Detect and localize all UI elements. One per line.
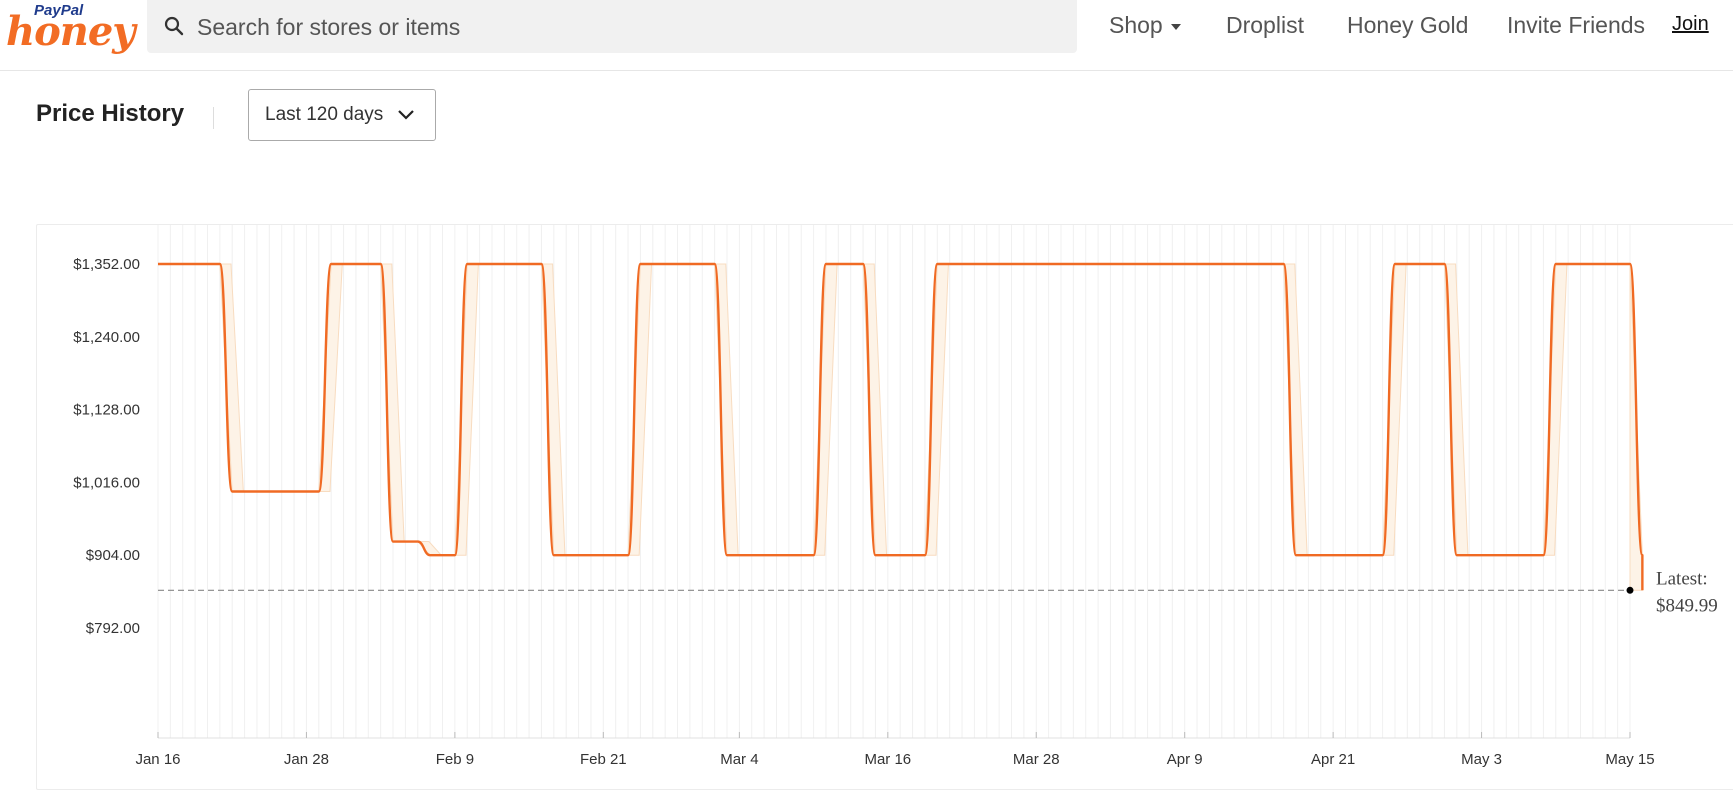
latest-value: $849.99 [1656, 595, 1718, 616]
y-tick-label: $1,128.00 [73, 402, 140, 419]
nav-honey-gold[interactable]: Honey Gold [1347, 12, 1468, 39]
y-tick-label: $1,240.00 [73, 329, 140, 346]
nav-droplist[interactable]: Droplist [1226, 12, 1304, 39]
latest-price-point[interactable] [1626, 586, 1634, 594]
x-tick-label: Apr 9 [1167, 751, 1203, 768]
price-history-title: Price History [36, 100, 185, 127]
nav-invite-friends[interactable]: Invite Friends [1507, 12, 1645, 39]
x-tick-label: Apr 21 [1311, 751, 1355, 768]
latest-label: Latest: [1656, 568, 1708, 589]
x-tick-label: Mar 4 [720, 751, 758, 768]
x-tick-label: Feb 21 [580, 751, 627, 768]
nav-shop[interactable]: Shop [1109, 12, 1181, 39]
y-axis-ticks: $1,352.00 $1,240.00 $1,128.00 $1,016.00 $904… [73, 256, 140, 637]
search-icon [164, 16, 184, 36]
y-tick-label: $792.00 [86, 620, 140, 637]
y-tick-label: $1,016.00 [73, 474, 140, 491]
search-bar[interactable] [147, 0, 1077, 55]
date-range-value: Last 120 days [265, 104, 384, 125]
chevron-down-icon [398, 110, 414, 120]
x-tick-label: May 3 [1461, 751, 1502, 768]
x-tick-label: Feb 9 [436, 751, 474, 768]
x-tick-label: Mar 28 [1013, 751, 1060, 768]
price-history-chart-card: $1,352.00 $1,240.00 $1,128.00 $1,016.00 $904… [36, 224, 1733, 790]
x-tick-label: Jan 16 [135, 751, 180, 768]
paypal-honey-logo[interactable]: PayPal honey [6, 2, 136, 56]
x-tick-label: May 15 [1605, 751, 1654, 768]
caret-down-icon [1170, 23, 1181, 30]
join-link[interactable]: Join [1672, 13, 1709, 36]
y-tick-label: $904.00 [86, 547, 140, 564]
date-range-dropdown[interactable]: Last 120 days [248, 89, 436, 141]
logo-honey-text: honey [6, 8, 136, 55]
title-divider [213, 107, 214, 129]
top-navigation-bar: PayPal honey Shop Droplist Honey Gold In… [0, 0, 1733, 71]
nav-shop-label: Shop [1109, 12, 1163, 38]
y-tick-label: $1,352.00 [73, 256, 140, 273]
x-tick-label: Jan 28 [284, 751, 329, 768]
x-tick-label: Mar 16 [864, 751, 911, 768]
price-history-chart: $1,352.00 $1,240.00 $1,128.00 $1,016.00 $904… [73, 225, 1718, 768]
search-input[interactable] [195, 0, 1059, 55]
